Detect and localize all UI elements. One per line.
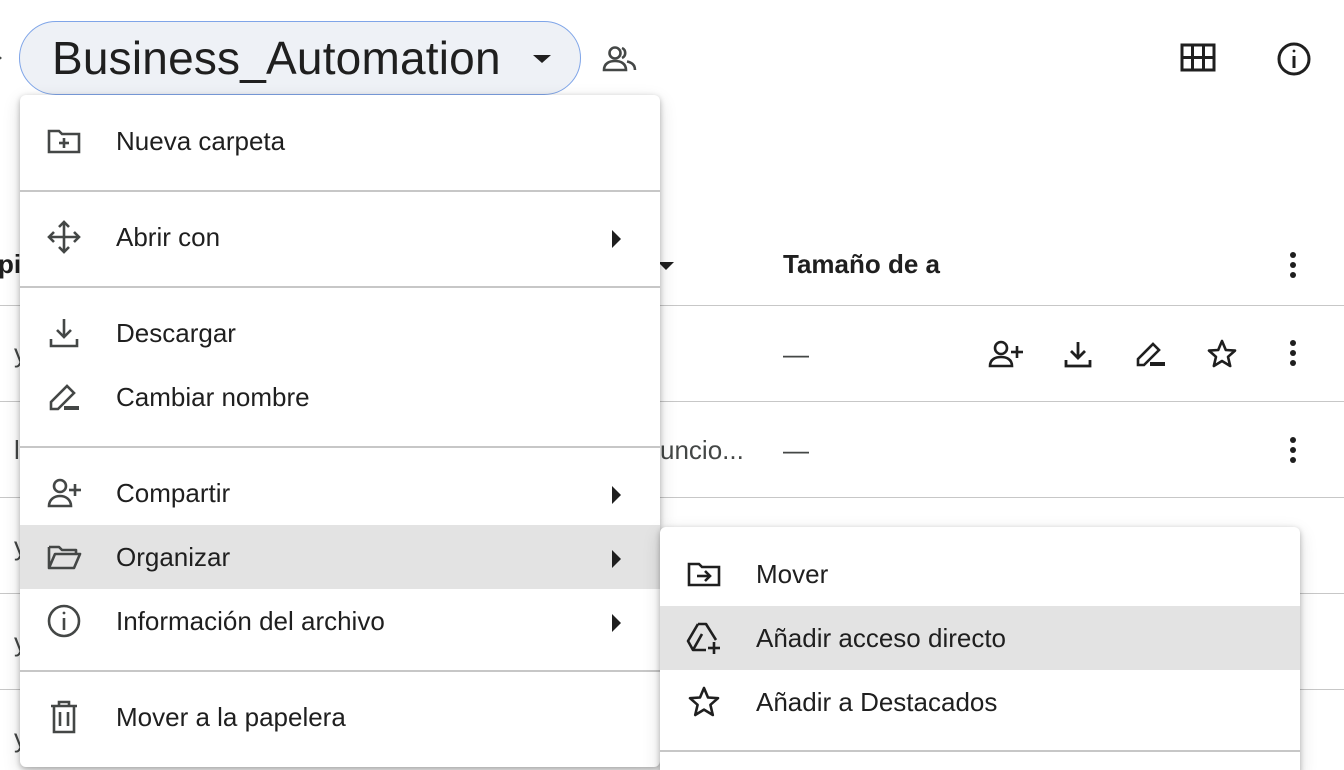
- menu-item-label: Información del archivo: [116, 605, 385, 636]
- menu-item-label: Nueva carpeta: [116, 125, 286, 156]
- menu-item-label: Mover: [756, 558, 829, 589]
- row-size-value: —: [783, 435, 809, 465]
- grid-view-icon[interactable]: [1180, 42, 1216, 74]
- menu-item-rename[interactable]: Cambiar nombre: [20, 365, 660, 429]
- menu-item-label: Abrir con: [116, 221, 221, 252]
- menu-divider: [20, 670, 660, 672]
- submenu-item-add-shortcut[interactable]: Añadir acceso directo: [660, 606, 1300, 670]
- submenu-item-add-starred[interactable]: Añadir a Destacados: [660, 670, 1300, 734]
- menu-item-label: Mover a la papelera: [116, 701, 346, 732]
- person-add-icon: [46, 475, 82, 511]
- menu-item-new-folder[interactable]: Nueva carpeta: [20, 109, 660, 173]
- share-person-add-icon[interactable]: [988, 338, 1024, 370]
- menu-item-label: Añadir a Destacados: [756, 686, 998, 717]
- menu-item-label: Descargar: [116, 317, 236, 348]
- folder-title: Business_Automation: [52, 32, 501, 84]
- trash-icon: [46, 699, 82, 735]
- star-icon[interactable]: [1206, 338, 1238, 370]
- info-icon: [46, 603, 82, 639]
- menu-item-organize[interactable]: Organizar: [20, 525, 660, 589]
- add-shortcut-drive-icon: [686, 620, 722, 656]
- info-icon[interactable]: [1276, 41, 1312, 77]
- dropdown-caret-icon: [531, 53, 553, 65]
- submenu-arrow-icon: [610, 613, 622, 633]
- open-with-move-arrows-icon: [46, 219, 82, 255]
- menu-divider: [20, 286, 660, 288]
- column-header-fragment: pi: [0, 249, 22, 279]
- menu-item-open-with[interactable]: Abrir con: [20, 205, 660, 269]
- new-folder-icon: [46, 123, 82, 159]
- row-fragment: l: [14, 435, 20, 465]
- rename-pencil-icon[interactable]: [1134, 338, 1168, 370]
- shared-people-icon: [602, 44, 638, 74]
- menu-divider: [20, 190, 660, 192]
- download-icon: [46, 315, 82, 351]
- folder-name-dropdown-button[interactable]: Business_Automation: [19, 21, 581, 95]
- folder-open-icon: [46, 539, 82, 575]
- rename-pencil-icon: [46, 379, 82, 415]
- star-icon: [686, 684, 722, 720]
- submenu-arrow-icon: [610, 485, 622, 505]
- more-vert-icon[interactable]: [1283, 338, 1303, 368]
- download-icon[interactable]: [1062, 338, 1094, 370]
- move-to-folder-icon: [686, 556, 722, 592]
- menu-item-share[interactable]: Compartir: [20, 461, 660, 525]
- menu-item-label: Cambiar nombre: [116, 381, 310, 412]
- row-truncated-text: uncio...: [660, 435, 744, 465]
- submenu-arrow-icon: [610, 229, 622, 249]
- menu-item-download[interactable]: Descargar: [20, 301, 660, 365]
- menu-item-label: Compartir: [116, 477, 231, 508]
- menu-item-trash[interactable]: Mover a la papelera: [20, 685, 660, 749]
- more-vert-icon[interactable]: [1283, 435, 1303, 465]
- menu-divider: [20, 446, 660, 448]
- breadcrumb-chevron-icon: [0, 48, 4, 68]
- submenu-item-move[interactable]: Mover: [660, 542, 1300, 606]
- context-menu: Nueva carpeta Abrir con Descargar Cambia…: [20, 95, 660, 767]
- organize-submenu: Mover Añadir acceso directo Añadir a Des…: [660, 527, 1300, 770]
- row-size-value: —: [783, 339, 809, 369]
- menu-item-label: Organizar: [116, 541, 231, 572]
- menu-divider: [660, 750, 1300, 752]
- menu-item-label: Añadir acceso directo: [756, 622, 1007, 653]
- column-header-size[interactable]: Tamaño de a: [783, 249, 948, 280]
- menu-item-file-info[interactable]: Información del archivo: [20, 589, 660, 653]
- more-vert-icon[interactable]: [1283, 250, 1303, 280]
- submenu-arrow-icon: [610, 549, 622, 569]
